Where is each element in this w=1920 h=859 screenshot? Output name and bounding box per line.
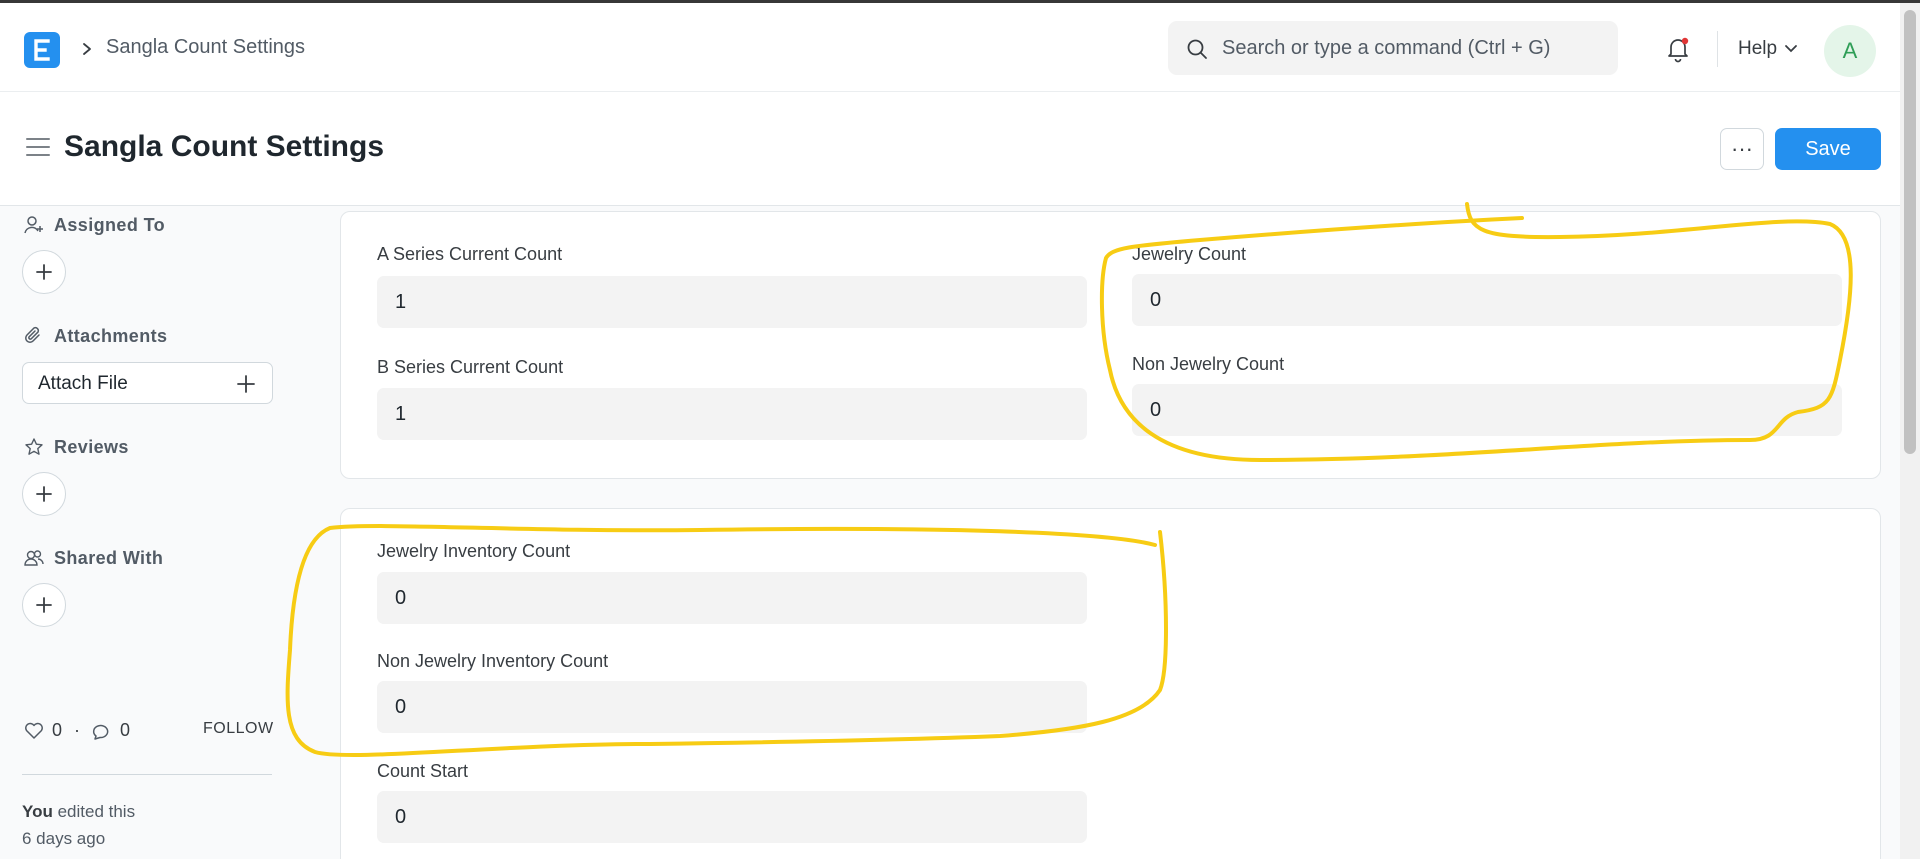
non-jewelry-inventory-input[interactable] <box>377 681 1087 733</box>
sidebar-divider <box>22 774 272 775</box>
jewelry-inventory-label: Jewelry Inventory Count <box>377 541 571 561</box>
chevron-right-icon <box>83 43 91 55</box>
page-title: Sangla Count Settings <box>64 130 385 163</box>
like-count: 0 <box>52 720 63 740</box>
save-button[interactable]: Save <box>1775 128 1881 170</box>
attach-file-label: Attach File <box>38 373 128 394</box>
count-start-input[interactable] <box>377 791 1087 843</box>
activity-user: You <box>22 802 53 821</box>
assigned-to-label: Assigned To <box>54 215 166 235</box>
non-jewelry-count-input[interactable] <box>1132 384 1842 436</box>
notification-bell-icon[interactable] <box>1664 35 1692 63</box>
plus-icon <box>36 264 52 280</box>
search-bar[interactable] <box>1168 21 1618 75</box>
jewelry-inventory-input[interactable] <box>377 572 1087 624</box>
sidebar-toggle-icon[interactable] <box>26 137 50 157</box>
b-series-label: B Series Current Count <box>377 357 564 377</box>
navbar-divider <box>1717 31 1718 67</box>
users-icon <box>24 550 44 566</box>
activity-entry: You edited this <box>22 802 135 822</box>
jewelry-count-input[interactable] <box>1132 274 1842 326</box>
activity-time: 6 days ago <box>22 829 106 848</box>
comment-icon[interactable] <box>92 722 112 740</box>
plus-icon <box>36 486 52 502</box>
separator-dot: · <box>74 720 80 740</box>
a-series-label: A Series Current Count <box>377 244 563 264</box>
add-assignment-button[interactable] <box>22 250 66 294</box>
b-series-input[interactable] <box>377 388 1087 440</box>
plus-icon <box>36 597 52 613</box>
a-series-input[interactable] <box>377 276 1087 328</box>
scrollbar-thumb[interactable] <box>1904 10 1916 454</box>
attachments-label: Attachments <box>54 326 168 346</box>
user-avatar[interactable]: A <box>1824 25 1876 77</box>
attach-file-button[interactable]: Attach File <box>22 362 273 404</box>
jewelry-count-label: Jewelry Count <box>1132 244 1247 264</box>
comment-count: 0 <box>120 720 131 740</box>
navbar: Sangla Count Settings Help A <box>0 3 1900 92</box>
search-input[interactable] <box>1222 21 1602 75</box>
assign-user-icon <box>24 216 43 234</box>
erpnext-logo-icon <box>34 39 50 61</box>
app-logo[interactable] <box>24 32 60 68</box>
add-review-button[interactable] <box>22 472 66 516</box>
activity-action: edited this <box>52 802 136 821</box>
search-icon <box>1187 39 1207 59</box>
more-actions-button[interactable]: ··· <box>1720 128 1764 170</box>
page-header: Sangla Count Settings ··· Save <box>0 92 1900 206</box>
non-jewelry-inventory-label: Non Jewelry Inventory Count <box>377 651 609 671</box>
paperclip-icon <box>25 326 40 343</box>
breadcrumb[interactable]: Sangla Count Settings <box>106 36 305 59</box>
count-start-label: Count Start <box>377 761 469 781</box>
follow-button[interactable]: FOLLOW <box>203 720 274 738</box>
chevron-down-icon[interactable] <box>1784 44 1798 54</box>
star-icon <box>25 438 43 455</box>
plus-icon <box>237 375 255 393</box>
add-share-button[interactable] <box>22 583 66 627</box>
shared-with-label: Shared With <box>54 548 164 568</box>
reviews-label: Reviews <box>54 437 129 457</box>
help-menu[interactable]: Help <box>1738 38 1777 60</box>
heart-icon[interactable] <box>24 722 44 740</box>
non-jewelry-count-label: Non Jewelry Count <box>1132 354 1285 374</box>
